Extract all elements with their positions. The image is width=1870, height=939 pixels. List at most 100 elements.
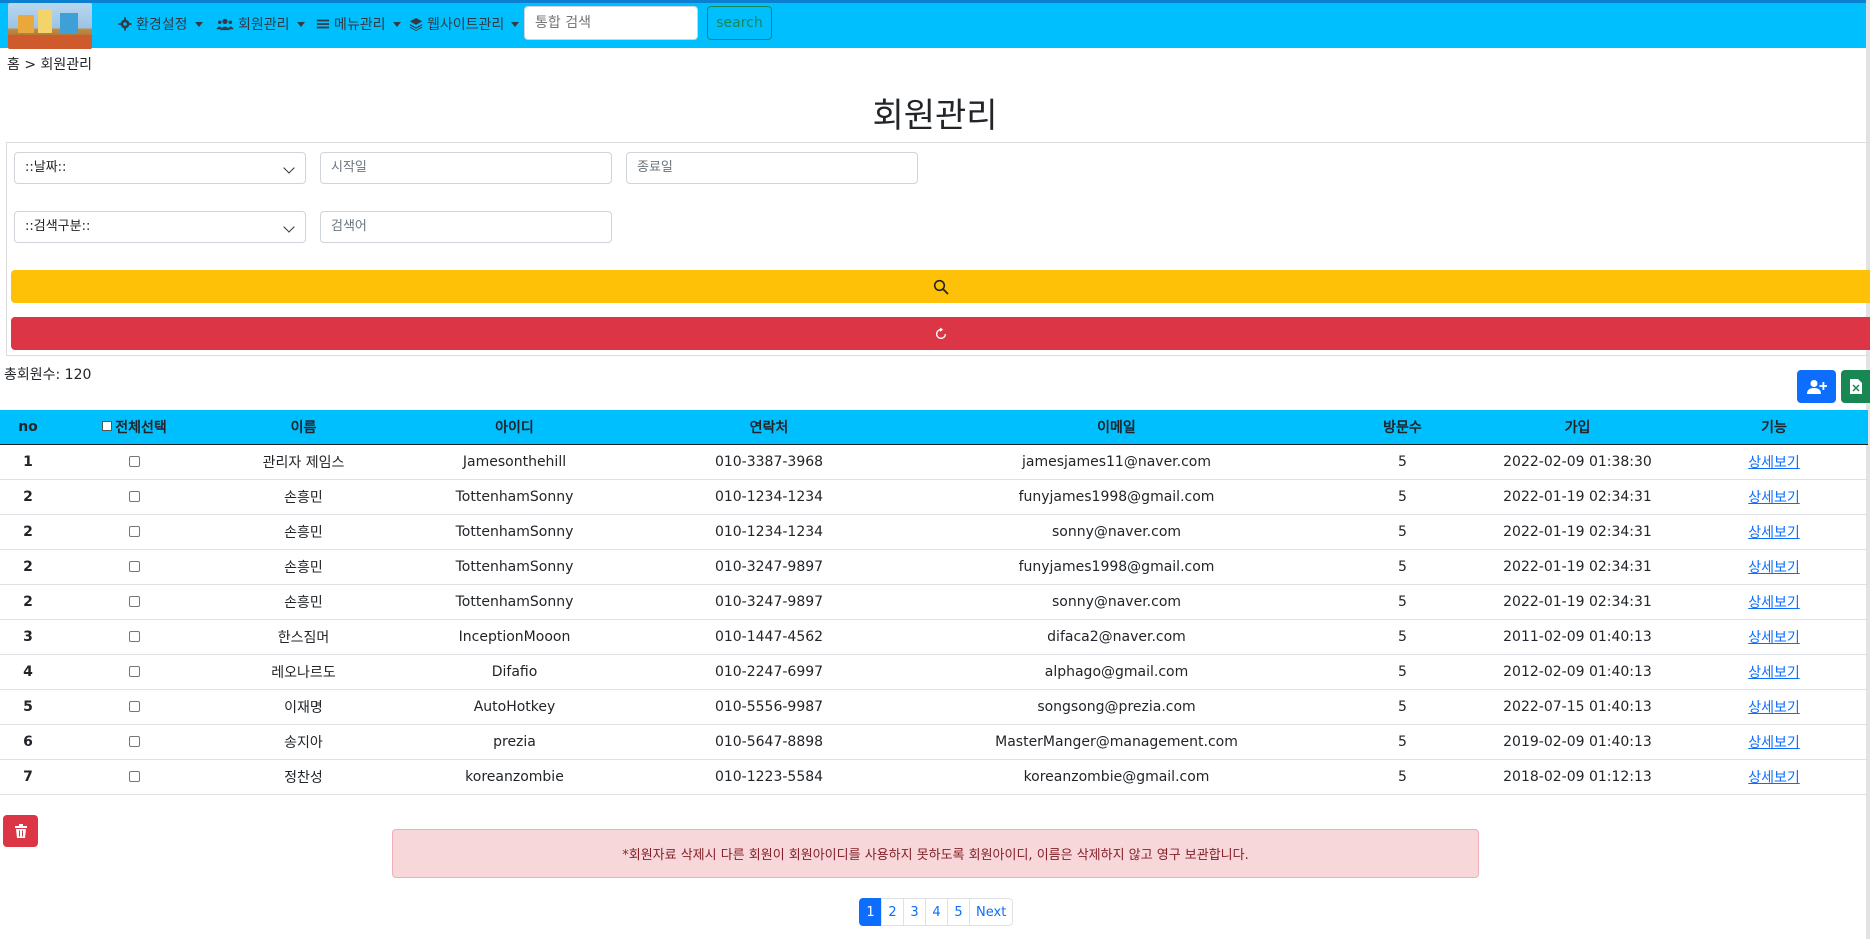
view-detail-link[interactable]: 상세보기 bbox=[1748, 770, 1800, 786]
nav-menu-menus[interactable]: 메뉴관리 bbox=[316, 3, 401, 45]
cell-visits: 5 bbox=[1330, 689, 1475, 725]
cell-actions: 상세보기 bbox=[1680, 724, 1868, 760]
view-detail-link[interactable]: 상세보기 bbox=[1748, 595, 1800, 611]
cell-select bbox=[56, 689, 213, 725]
nav-menu-label: 메뉴관리 bbox=[334, 17, 386, 33]
select-all-checkbox[interactable] bbox=[102, 420, 113, 431]
column-header-select-all[interactable]: 전체선택 bbox=[56, 410, 213, 445]
cell-select bbox=[56, 514, 213, 550]
cell-name: 송지아 bbox=[213, 724, 394, 760]
view-detail-link[interactable]: 상세보기 bbox=[1748, 525, 1800, 541]
cell-joined: 2019-02-09 01:40:13 bbox=[1475, 724, 1680, 760]
row-select-checkbox[interactable] bbox=[129, 631, 140, 642]
next-page-link[interactable]: Next bbox=[969, 898, 1014, 926]
column-header-phone: 연락처 bbox=[635, 410, 903, 445]
add-member-button[interactable] bbox=[1797, 370, 1836, 403]
date-type-select[interactable]: ::날짜:: bbox=[14, 152, 306, 184]
table-row: 2 손흥민 TottenhamSonny 010-3247-9897 funyjames… bbox=[0, 549, 1868, 585]
row-select-checkbox[interactable] bbox=[129, 561, 140, 572]
row-select-checkbox[interactable] bbox=[129, 491, 140, 502]
cell-email: difaca2@naver.com bbox=[903, 619, 1330, 655]
table-row: 4 레오나르도 Difafio 010-2247-6997 alphago@gmail.… bbox=[0, 654, 1868, 690]
table-row: 2 손흥민 TottenhamSonny 010-1234-1234 sonny@nav… bbox=[0, 514, 1868, 550]
table-row: 6 송지아 prezia 010-5647-8898 MasterManger@mana… bbox=[0, 724, 1868, 760]
cell-select bbox=[56, 444, 213, 480]
table-row: 1 관리자 제임스 Jamesonthehill 010-3387-3968 james… bbox=[0, 444, 1868, 480]
page-2-link[interactable]: 2 bbox=[881, 898, 904, 926]
row-select-checkbox[interactable] bbox=[129, 736, 140, 747]
cell-email: funyjames1998@gmail.com bbox=[903, 549, 1330, 585]
keyword-input[interactable]: 검색어 bbox=[320, 211, 612, 243]
cell-id: prezia bbox=[394, 724, 635, 760]
cell-name: 손흥민 bbox=[213, 549, 394, 585]
nav-menu-settings[interactable]: 환경설정 bbox=[118, 3, 203, 45]
cell-id: Difafio bbox=[394, 654, 635, 690]
trash-icon bbox=[14, 824, 27, 838]
caret-down-icon bbox=[392, 21, 401, 27]
view-detail-link[interactable]: 상세보기 bbox=[1748, 560, 1800, 576]
cell-phone: 010-5556-9987 bbox=[635, 689, 903, 725]
nav-menu-members[interactable]: 회원관리 bbox=[216, 3, 305, 45]
view-detail-link[interactable]: 상세보기 bbox=[1748, 735, 1800, 751]
row-select-checkbox[interactable] bbox=[129, 456, 140, 467]
view-detail-link[interactable]: 상세보기 bbox=[1748, 630, 1800, 646]
cell-id: Jamesonthehill bbox=[394, 444, 635, 480]
cell-visits: 5 bbox=[1330, 654, 1475, 690]
row-select-checkbox[interactable] bbox=[129, 771, 140, 782]
cell-id: TottenhamSonny bbox=[394, 549, 635, 585]
view-detail-link[interactable]: 상세보기 bbox=[1748, 665, 1800, 681]
table-row: 5 이재명 AutoHotkey 010-5556-9987 songsong@prez… bbox=[0, 689, 1868, 725]
site-logo[interactable] bbox=[8, 3, 92, 49]
filter-search-button[interactable] bbox=[11, 270, 1870, 303]
column-header-id: 아이디 bbox=[394, 410, 635, 445]
cell-visits: 5 bbox=[1330, 759, 1475, 795]
nav-menu-website[interactable]: 웹사이트관리 bbox=[409, 3, 520, 45]
page-5-link[interactable]: 5 bbox=[947, 898, 970, 926]
view-detail-link[interactable]: 상세보기 bbox=[1748, 700, 1800, 716]
page-1-link[interactable]: 1 bbox=[859, 898, 882, 926]
chevron-down-icon bbox=[283, 221, 295, 233]
row-select-checkbox[interactable] bbox=[129, 526, 140, 537]
column-header-visits: 방문수 bbox=[1330, 410, 1475, 445]
user-plus-icon bbox=[1806, 379, 1827, 394]
global-search-button[interactable]: search bbox=[707, 6, 772, 40]
cell-no: 2 bbox=[0, 584, 56, 620]
cell-phone: 010-3247-9897 bbox=[635, 584, 903, 620]
cell-no: 5 bbox=[0, 689, 56, 725]
delete-selected-button[interactable] bbox=[3, 815, 38, 847]
cell-name: 한스짐머 bbox=[213, 619, 394, 655]
row-select-checkbox[interactable] bbox=[129, 701, 140, 712]
row-select-checkbox[interactable] bbox=[129, 596, 140, 607]
excel-export-button[interactable] bbox=[1841, 370, 1870, 403]
table-row: 2 손흥민 TottenhamSonny 010-1234-1234 funyjames… bbox=[0, 479, 1868, 515]
filter-reset-button[interactable] bbox=[11, 317, 1870, 350]
cell-visits: 5 bbox=[1330, 619, 1475, 655]
cell-no: 2 bbox=[0, 514, 56, 550]
view-detail-link[interactable]: 상세보기 bbox=[1748, 490, 1800, 506]
cell-id: TottenhamSonny bbox=[394, 584, 635, 620]
cell-email: funyjames1998@gmail.com bbox=[903, 479, 1330, 515]
page-4-link[interactable]: 4 bbox=[925, 898, 948, 926]
cell-id: InceptionMooon bbox=[394, 619, 635, 655]
layers-icon bbox=[409, 17, 423, 31]
search-category-select[interactable]: ::검색구분:: bbox=[14, 211, 306, 243]
cell-visits: 5 bbox=[1330, 584, 1475, 620]
row-select-checkbox[interactable] bbox=[129, 666, 140, 677]
cell-select bbox=[56, 759, 213, 795]
cell-email: koreanzombie@gmail.com bbox=[903, 759, 1330, 795]
end-date-input[interactable]: 종료일 bbox=[626, 152, 918, 184]
gear-icon bbox=[118, 17, 132, 31]
page-3-link[interactable]: 3 bbox=[903, 898, 926, 926]
nav-menu-label: 회원관리 bbox=[238, 17, 290, 33]
cell-select bbox=[56, 654, 213, 690]
table-row: 7 정찬성 koreanzombie 010-1223-5584 koreanzombi… bbox=[0, 759, 1868, 795]
users-icon bbox=[216, 18, 234, 31]
global-search-input[interactable] bbox=[524, 6, 698, 40]
table-row: 3 한스짐머 InceptionMooon 010-1447-4562 difaca2@… bbox=[0, 619, 1868, 655]
page-title: 회원관리 bbox=[872, 96, 998, 136]
view-detail-link[interactable]: 상세보기 bbox=[1748, 455, 1800, 471]
start-date-input[interactable]: 시작일 bbox=[320, 152, 612, 184]
caret-down-icon bbox=[194, 21, 203, 27]
cell-joined: 2018-02-09 01:12:13 bbox=[1475, 759, 1680, 795]
caret-down-icon bbox=[296, 21, 305, 27]
